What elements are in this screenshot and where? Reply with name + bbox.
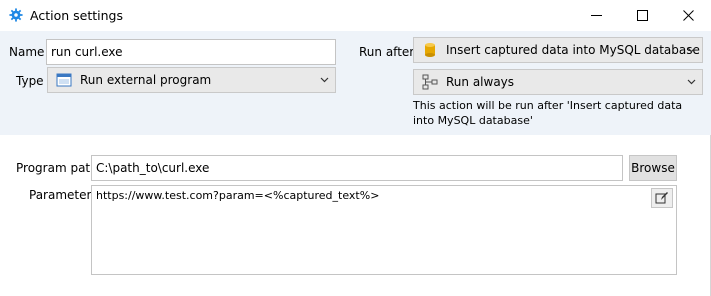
parameters-label: Parameters (29, 188, 98, 202)
edit-icon (655, 192, 668, 204)
database-icon (425, 43, 435, 57)
run-after-dropdown[interactable]: Insert captured data into MySQL database (413, 37, 703, 63)
chevron-down-icon (320, 77, 329, 83)
edit-parameters-button[interactable] (651, 188, 673, 208)
run-after-info-text: This action will be run after 'Insert ca… (413, 99, 683, 127)
run-condition-dropdown[interactable]: Run always (413, 69, 703, 95)
program-path-value: C:\path_to\curl.exe (96, 161, 210, 175)
action-settings-window: Action settings Name run curl.exe Type R… (0, 0, 711, 296)
close-button[interactable] (665, 0, 711, 31)
window-title: Action settings (30, 8, 123, 23)
window-icon (56, 73, 72, 87)
run-after-label: Run after (359, 45, 415, 59)
minimize-button[interactable] (573, 0, 619, 31)
program-path-input[interactable]: C:\path_to\curl.exe (91, 155, 623, 181)
chevron-down-icon (687, 79, 696, 85)
maximize-button[interactable] (619, 0, 665, 31)
type-dropdown[interactable]: Run external program (47, 67, 336, 93)
flow-icon (422, 74, 438, 90)
close-icon (682, 10, 694, 21)
browse-button-label: Browse (631, 161, 675, 175)
browse-button[interactable]: Browse (629, 155, 677, 181)
maximize-icon (636, 10, 648, 21)
run-condition-value: Run always (446, 75, 515, 89)
chevron-down-icon (687, 47, 696, 53)
type-dropdown-value: Run external program (80, 73, 212, 87)
gear-icon (9, 8, 23, 22)
type-label: Type (16, 74, 44, 88)
title-bar: Action settings (0, 0, 711, 31)
run-after-dropdown-value: Insert captured data into MySQL database (446, 43, 700, 57)
parameters-textarea[interactable]: https://www.test.com?param=<%captured_te… (91, 185, 677, 275)
name-input-value: run curl.exe (51, 45, 123, 59)
name-input[interactable]: run curl.exe (46, 39, 336, 65)
parameters-value: https://www.test.com?param=<%captured_te… (96, 189, 380, 202)
minimize-icon (590, 15, 602, 16)
program-path-label: Program path (16, 161, 98, 175)
name-label: Name (9, 45, 45, 59)
